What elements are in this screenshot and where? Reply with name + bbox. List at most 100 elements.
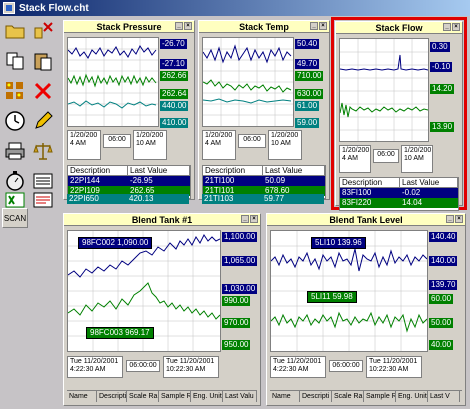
- col-last-value[interactable]: Last Value: [263, 166, 325, 176]
- col-last-value[interactable]: Last Value: [400, 178, 458, 188]
- minimize-button[interactable]: _: [175, 22, 183, 30]
- excel-export-icon[interactable]: [2, 192, 28, 208]
- scale-label: 60.00: [429, 294, 454, 304]
- scale-label: 49.70: [295, 59, 320, 69]
- table-row[interactable]: 83FI220 14.04: [340, 198, 458, 208]
- trend-plot[interactable]: 98FC002 1,090.00 98FC003 969.17: [67, 230, 221, 352]
- table-row[interactable]: 22PI144 -26.95: [68, 176, 190, 186]
- end-time-box[interactable]: Tue 11/20/2001 10:22:30 AM: [163, 356, 219, 378]
- trend-plot[interactable]: 5LI10 139.96 5LI11 59.98: [270, 230, 428, 352]
- col-scale-range[interactable]: Scale Ra: [332, 391, 364, 402]
- delete-icon[interactable]: [30, 78, 56, 104]
- trend-grid-and-lines: [68, 38, 158, 126]
- col-name[interactable]: Name: [67, 391, 97, 402]
- add-trends-icon[interactable]: [2, 78, 28, 104]
- col-description[interactable]: Descripti: [97, 391, 127, 402]
- column-header-row: Name Descripti Scale Ra Sample R Eng. Un…: [67, 390, 257, 402]
- close-button[interactable]: ×: [319, 22, 327, 30]
- col-last-value[interactable]: Last Value: [128, 166, 190, 176]
- legend-list-icon[interactable]: [30, 168, 56, 194]
- row-desc: 22PI650: [69, 194, 99, 203]
- col-description[interactable]: Description: [340, 178, 400, 188]
- table-row[interactable]: 83FI100 -0.02: [340, 188, 458, 198]
- start-time-box[interactable]: Tue 11/20/2001 4:22:30 AM: [67, 356, 123, 378]
- scale-label: 262.64: [160, 89, 189, 99]
- minimize-button[interactable]: _: [241, 215, 249, 223]
- stopwatch-icon[interactable]: [2, 168, 28, 194]
- end-time-box[interactable]: 1/20/200 10 AM: [401, 145, 433, 173]
- panel-title: Blend Tank #1: [131, 214, 193, 225]
- end-time-box[interactable]: 1/20/200 10 AM: [268, 130, 302, 160]
- panel-title-bar: Blend Tank Level _ ×: [267, 214, 465, 226]
- row-desc: 21TI103: [204, 194, 234, 203]
- col-description[interactable]: Description: [203, 166, 263, 176]
- scale-balance-icon[interactable]: [30, 138, 56, 164]
- start-time-box[interactable]: 1/20/200 4 AM: [339, 145, 371, 173]
- edit-pencil-icon[interactable]: [30, 108, 56, 134]
- scale-label: 0.30: [430, 42, 450, 52]
- start-time-box[interactable]: Tue 11/20/2001 4:22:30 AM: [270, 356, 326, 378]
- workspace: SCAN Stack Pressure _ × -26.70 -27.10 262…: [0, 16, 470, 409]
- clock-icon[interactable]: [2, 108, 28, 134]
- col-description[interactable]: Description: [68, 166, 128, 176]
- col-description[interactable]: Descripti: [300, 391, 332, 402]
- app-icon: [3, 2, 15, 14]
- scale-label: 140.40: [429, 232, 458, 242]
- close-button[interactable]: ×: [250, 215, 258, 223]
- trend-plot[interactable]: [339, 38, 429, 142]
- panel-blend-tank-level: Blend Tank Level _ × 5LI10 139.96 5LI11 5…: [266, 213, 466, 406]
- start-time-box[interactable]: 1/20/200 4 AM: [202, 130, 236, 160]
- scale-label: 14.20: [430, 84, 455, 94]
- col-last-value[interactable]: Last V: [428, 391, 460, 402]
- table-header: Description Last Value: [340, 178, 458, 188]
- col-sample-rate[interactable]: Sample R: [159, 391, 191, 402]
- end-date: Tue 11/20/2001: [166, 358, 215, 365]
- end-date: 1/20/200: [271, 132, 299, 139]
- start-time: 4 AM: [342, 155, 358, 162]
- copy-chart-icon[interactable]: [2, 48, 28, 74]
- time-span-box[interactable]: 06:00:00: [329, 360, 363, 372]
- col-name[interactable]: Name: [270, 391, 300, 402]
- time-span-box[interactable]: 06:00: [238, 134, 266, 148]
- start-date: Tue 11/20/2001: [70, 358, 119, 365]
- stats-report-icon[interactable]: [30, 192, 56, 208]
- col-eng-unit[interactable]: Eng. Unit: [396, 391, 428, 402]
- panel-stack-flow: Stack Flow _ × 0.30 -0.10 14.20 13.90 1/2…: [335, 21, 463, 211]
- column-header-row: Name Descripti Scale Ra Sample R Eng. Un…: [270, 390, 462, 402]
- scale-label: 410.00: [160, 118, 189, 128]
- close-button[interactable]: ×: [452, 23, 460, 31]
- panel-title-bar: Blend Tank #1 _ ×: [64, 214, 260, 226]
- trend-plot[interactable]: [202, 37, 294, 127]
- close-chart-icon[interactable]: [30, 18, 56, 44]
- minimize-button[interactable]: _: [310, 22, 318, 30]
- pen-label-bottom: 98FC003 969.17: [86, 327, 154, 339]
- minimize-button[interactable]: _: [443, 23, 451, 31]
- col-last-value[interactable]: Last Valu: [223, 391, 257, 402]
- scale-label: 50.00: [429, 318, 454, 328]
- time-span-box[interactable]: 06:00: [103, 134, 131, 148]
- panel-blend-tank-1: Blend Tank #1 _ × 98FC002 1,090.00 98FC00…: [63, 213, 261, 406]
- row-desc: 83FI100: [342, 188, 372, 197]
- close-button[interactable]: ×: [184, 22, 192, 30]
- panel-stack-temp: Stack Temp _ × 50.40 49.70 710.00 630.00 …: [198, 20, 330, 200]
- table-row[interactable]: 21TI100 50.09: [203, 176, 325, 186]
- minimize-button[interactable]: _: [446, 215, 454, 223]
- time-span-box[interactable]: 06:00:00: [126, 360, 160, 372]
- close-button[interactable]: ×: [455, 215, 463, 223]
- trend-plot[interactable]: [67, 37, 159, 127]
- col-eng-unit[interactable]: Eng. Unit: [191, 391, 223, 402]
- table-row[interactable]: 21TI103 59.77: [202, 194, 324, 204]
- print-icon[interactable]: [2, 138, 28, 164]
- scan-button[interactable]: SCAN: [2, 208, 28, 228]
- end-time-box[interactable]: Tue 11/20/2001 10:22:30 AM: [366, 356, 422, 378]
- end-time-box[interactable]: 1/20/200 10 AM: [133, 130, 167, 160]
- start-time-box[interactable]: 1/20/200 4 AM: [67, 130, 101, 160]
- legend-table: Description Last Value 83FI100 -0.02 83F…: [339, 177, 459, 211]
- col-sample-rate[interactable]: Sample R: [364, 391, 396, 402]
- panel-title: Stack Pressure: [96, 21, 162, 32]
- col-scale-range[interactable]: Scale Ra: [127, 391, 159, 402]
- open-folder-icon[interactable]: [2, 18, 28, 44]
- paste-chart-icon[interactable]: [30, 48, 56, 74]
- table-row[interactable]: 22PI650 420.13: [67, 194, 189, 204]
- time-span-box[interactable]: 06:00: [373, 149, 399, 163]
